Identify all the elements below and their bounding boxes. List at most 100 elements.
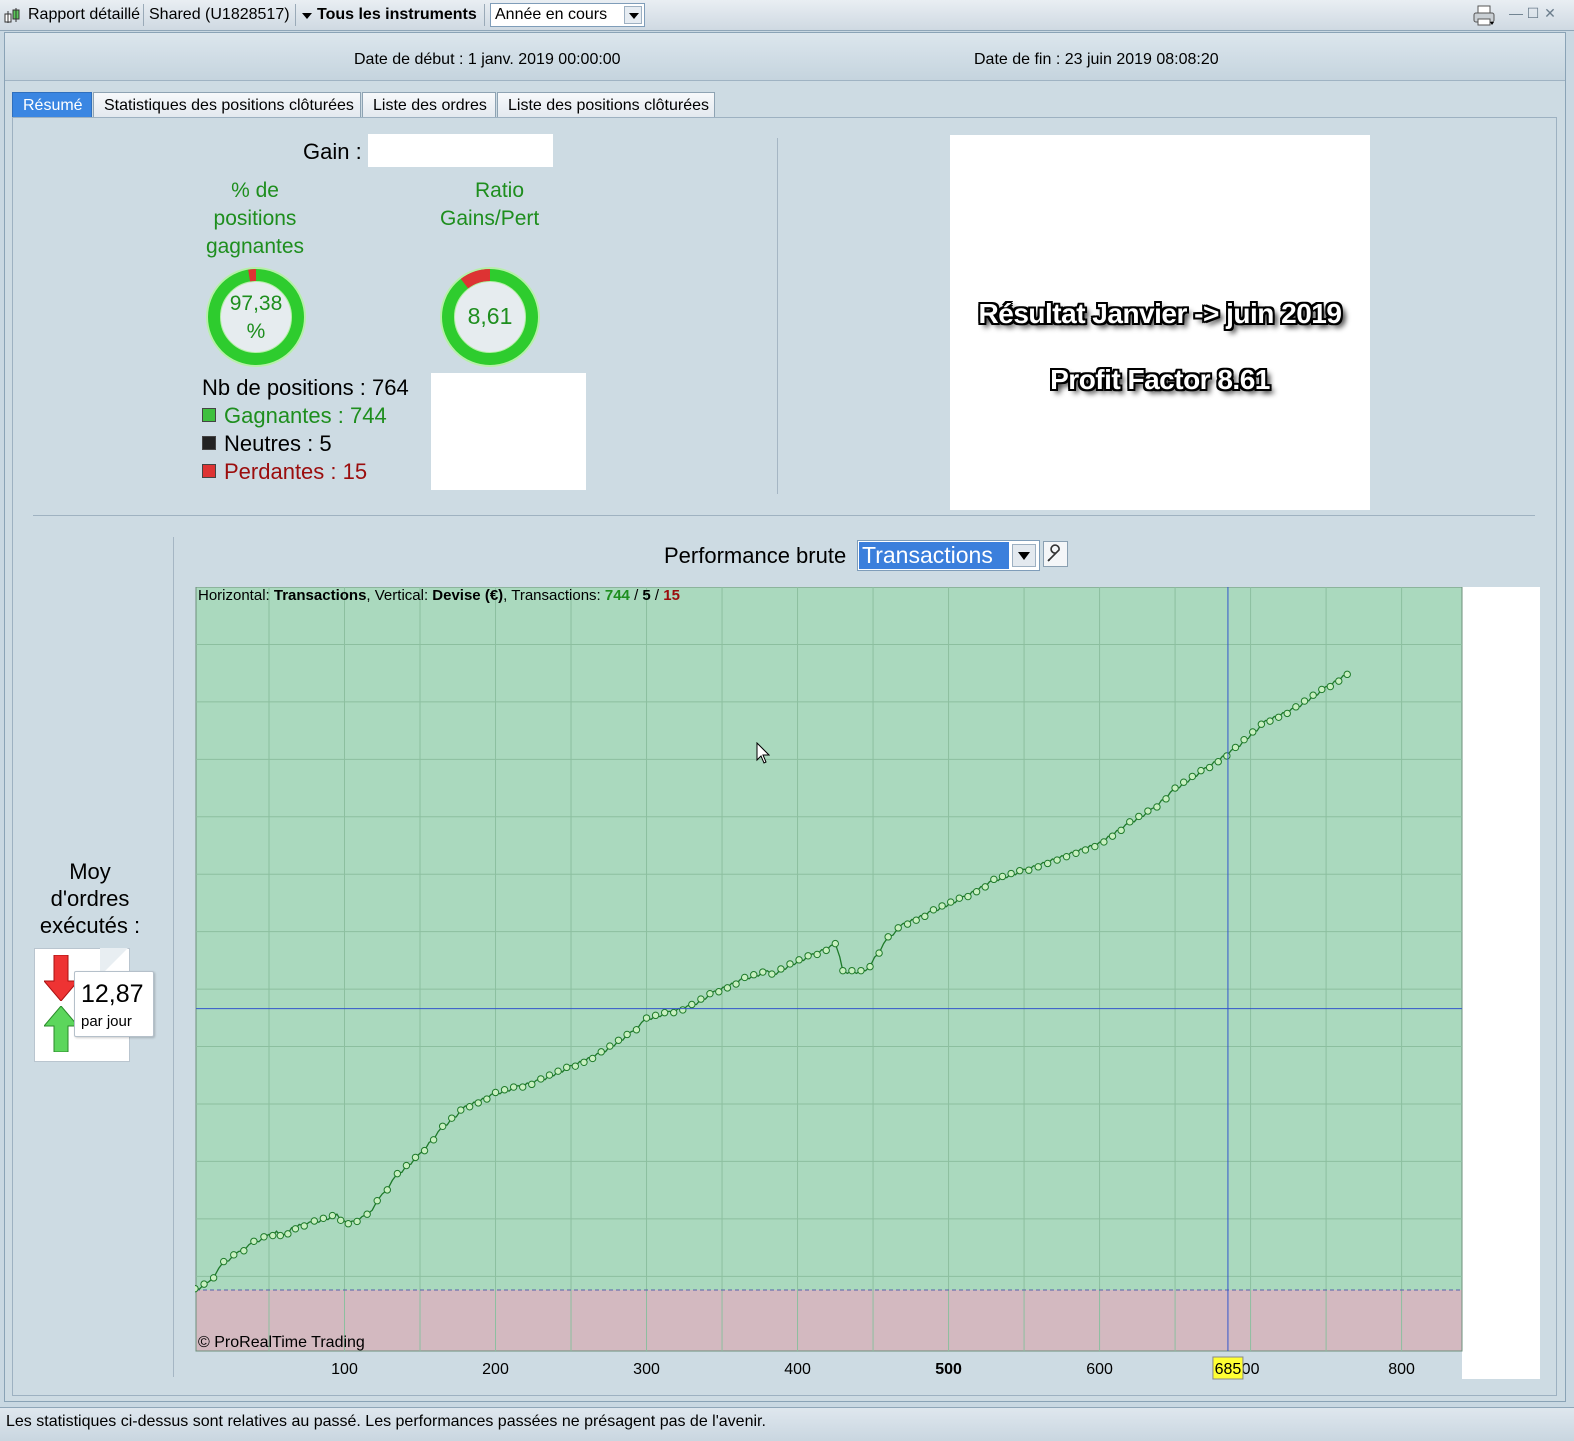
trade-marker bbox=[195, 1284, 199, 1293]
chevron-down-icon[interactable] bbox=[624, 6, 642, 24]
trade-marker bbox=[955, 894, 964, 902]
status-bar: Les statistiques ci-dessus sont relative… bbox=[0, 1407, 1574, 1441]
trade-marker bbox=[537, 1075, 545, 1083]
trade-marker bbox=[1197, 766, 1205, 775]
trade-marker bbox=[1214, 758, 1222, 766]
trade-marker bbox=[528, 1080, 536, 1089]
trade-marker bbox=[606, 1042, 614, 1050]
info-label: , Transactions: bbox=[503, 587, 605, 604]
trade-marker bbox=[972, 888, 981, 896]
wrench-icon[interactable] bbox=[1043, 541, 1068, 567]
period-select-value: Année en cours bbox=[495, 6, 608, 23]
trade-marker bbox=[491, 1088, 500, 1097]
winning-positions: Gagnantes : 744 bbox=[202, 403, 387, 429]
tab-orders-list[interactable]: Liste des ordres bbox=[362, 92, 496, 117]
trade-marker bbox=[373, 1196, 381, 1205]
trade-marker bbox=[474, 1099, 482, 1107]
tab-resume[interactable]: Résumé bbox=[12, 92, 92, 117]
trade-marker bbox=[1188, 772, 1197, 781]
period-select[interactable]: Année en cours bbox=[490, 3, 645, 27]
info-value: Devise (€) bbox=[432, 587, 504, 604]
trade-marker bbox=[276, 1231, 285, 1240]
cursor-x-label: 685 bbox=[1215, 1361, 1242, 1378]
trade-marker bbox=[1318, 685, 1326, 694]
trade-marker bbox=[219, 1257, 228, 1266]
trade-marker bbox=[1072, 849, 1080, 857]
trade-marker bbox=[875, 949, 883, 957]
winning-label: Gagnantes : 744 bbox=[224, 403, 387, 428]
down-arrow-icon bbox=[44, 955, 78, 1001]
trade-marker bbox=[715, 988, 723, 996]
tab-closed-positions-list[interactable]: Liste des positions clôturées bbox=[497, 92, 715, 117]
info-label: Horizontal: bbox=[198, 587, 274, 604]
trade-marker bbox=[1309, 691, 1317, 699]
trade-marker bbox=[1081, 846, 1090, 854]
trade-marker bbox=[1043, 859, 1052, 868]
info-win-count: 744 bbox=[604, 587, 630, 604]
trade-marker bbox=[740, 973, 749, 982]
trade-marker bbox=[597, 1048, 605, 1056]
instruments-selector[interactable]: Tous les instruments bbox=[317, 0, 477, 30]
gain-label: Gain : bbox=[303, 139, 362, 164]
account-selector[interactable]: Shared (U1828517) bbox=[149, 0, 290, 30]
printer-icon[interactable] bbox=[1472, 5, 1498, 27]
trade-marker bbox=[679, 1006, 687, 1014]
tab-closed-positions-stats[interactable]: Statistiques des positions clôturées bbox=[93, 92, 361, 117]
trade-marker bbox=[990, 875, 998, 884]
info-lose-count: 15 bbox=[663, 587, 680, 604]
ratio-value: 8,61 bbox=[467, 303, 513, 329]
chart-copyright: © ProRealTime Trading bbox=[198, 1334, 365, 1351]
minimize-icon[interactable]: — bbox=[1509, 6, 1523, 20]
date-bar: Date de début : 1 janv. 2019 00:00:00 Da… bbox=[5, 33, 1565, 81]
performance-axis-select[interactable]: Transactions bbox=[857, 540, 1040, 571]
trade-marker bbox=[964, 892, 972, 901]
trade-marker bbox=[1335, 677, 1343, 685]
x-tick-label: 500 bbox=[935, 1361, 962, 1378]
orders-per-day-box: 12,87 par jour bbox=[74, 971, 154, 1037]
trade-marker bbox=[1257, 720, 1266, 728]
trade-marker bbox=[1266, 717, 1274, 725]
trade-marker bbox=[1292, 703, 1300, 711]
trade-marker bbox=[1171, 784, 1179, 792]
trade-marker bbox=[857, 966, 865, 975]
trade-marker bbox=[884, 933, 892, 941]
separator bbox=[295, 4, 296, 26]
trade-marker bbox=[1117, 826, 1125, 835]
trade-marker bbox=[804, 952, 812, 960]
trade-marker bbox=[706, 989, 714, 998]
x-tick-label: 300 bbox=[633, 1361, 660, 1378]
ratio-title: Ratio Gains/Pert bbox=[425, 177, 545, 233]
end-date: Date de fin : 23 juin 2019 08:08:20 bbox=[974, 51, 1219, 68]
red-square-icon bbox=[202, 464, 216, 479]
trade-marker bbox=[250, 1237, 258, 1245]
win-value-line: 97,38 bbox=[229, 292, 283, 315]
dropdown-arrow-icon bbox=[302, 13, 312, 19]
trade-marker bbox=[866, 962, 874, 971]
chevron-down-icon[interactable] bbox=[1012, 544, 1036, 567]
x-tick-label: 800 bbox=[1388, 1361, 1415, 1378]
start-date: Date de début : 1 janv. 2019 00:00:00 bbox=[354, 51, 621, 68]
trade-marker bbox=[240, 1247, 248, 1255]
trade-marker bbox=[457, 1106, 465, 1114]
trade-marker bbox=[1240, 735, 1248, 744]
info-label: , Vertical: bbox=[366, 587, 433, 604]
trade-marker bbox=[813, 950, 821, 959]
disclaimer-text: Les statistiques ci-dessus sont relative… bbox=[6, 1413, 766, 1430]
trade-marker bbox=[1062, 852, 1071, 861]
trade-marker bbox=[353, 1217, 361, 1226]
divider bbox=[777, 138, 778, 494]
trade-marker bbox=[894, 924, 902, 932]
trade-marker bbox=[209, 1274, 218, 1282]
win-title-line: gagnantes bbox=[205, 235, 305, 258]
trade-marker bbox=[483, 1095, 491, 1103]
close-icon[interactable]: ✕ bbox=[1543, 6, 1557, 20]
trade-marker bbox=[1108, 832, 1117, 840]
trade-marker bbox=[1162, 795, 1170, 803]
neutral-label: Neutres : 5 bbox=[224, 431, 332, 456]
trade-marker bbox=[642, 1014, 651, 1022]
x-tick-label: 200 bbox=[482, 1361, 509, 1378]
gain-value-box bbox=[368, 134, 553, 167]
trade-marker bbox=[786, 960, 794, 968]
report-menu[interactable]: Rapport détaillé bbox=[28, 0, 140, 30]
maximize-icon[interactable]: ☐ bbox=[1526, 6, 1540, 20]
